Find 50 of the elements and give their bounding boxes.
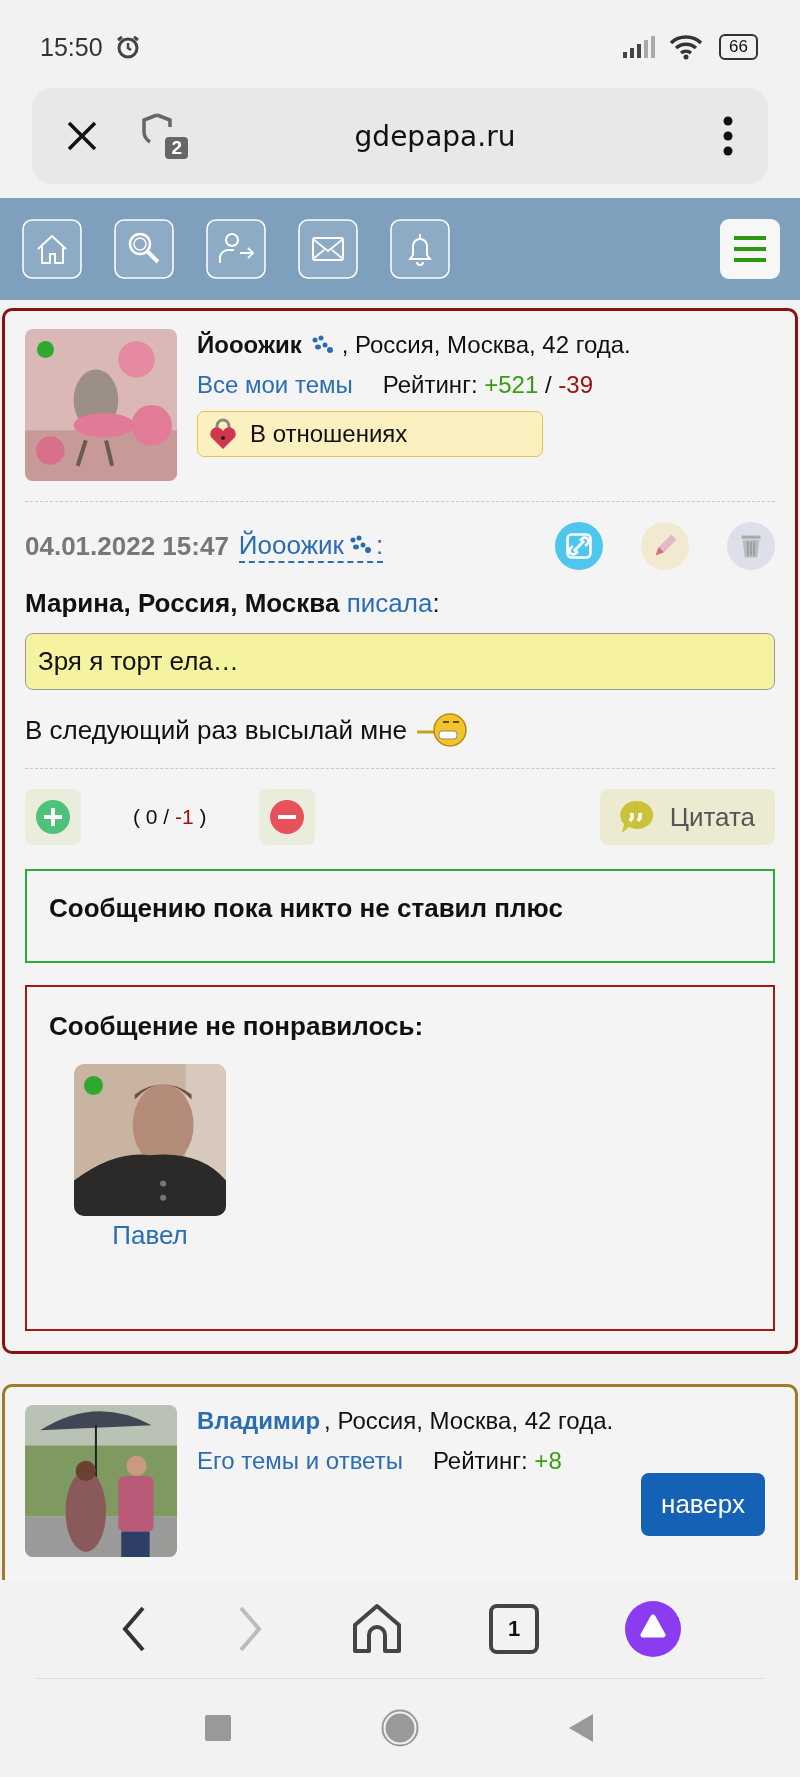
user-name-link[interactable]: Павел	[112, 1220, 188, 1251]
quote-bubble-icon	[617, 798, 656, 836]
badge-label: В отношениях	[250, 420, 408, 448]
smiley-icon	[415, 712, 469, 748]
back-triangle-icon[interactable]	[569, 1714, 595, 1742]
url-text[interactable]: gdepapa.ru	[190, 119, 680, 153]
pencil-icon[interactable]	[641, 522, 689, 570]
minus-icon	[269, 800, 304, 834]
menu-icon[interactable]	[720, 219, 780, 279]
wrote-link[interactable]: писала	[346, 588, 433, 618]
vote-count: ( 0 / -1 )	[133, 805, 207, 829]
quote-block: Зря я торт ела…	[25, 633, 775, 690]
signal-icon	[623, 36, 658, 58]
search-icon[interactable]	[114, 219, 174, 279]
clock-time: 15:50	[40, 32, 103, 62]
quote-button[interactable]: Цитата	[599, 789, 775, 845]
scroll-top-button[interactable]: наверх	[641, 1473, 765, 1536]
plus-icon	[36, 800, 70, 834]
topics-link[interactable]: Все мои темы	[197, 371, 353, 399]
close-icon[interactable]	[66, 120, 98, 152]
author-name: Йооожик	[197, 331, 302, 359]
plus-button[interactable]	[25, 789, 81, 845]
rating-text: Рейтинг: +521 / -39	[382, 371, 593, 399]
alarm-icon	[114, 34, 141, 60]
tabs-counter[interactable]: 1	[489, 1604, 539, 1654]
trash-icon[interactable]	[727, 522, 775, 570]
author-link[interactable]: Йооожик :	[238, 529, 384, 563]
battery-indicator: 66	[719, 34, 758, 60]
topics-link[interactable]: Его темы и ответы	[197, 1447, 403, 1475]
assistant-icon[interactable]	[625, 1601, 681, 1657]
author-location: , Россия, Москва, 42 года.	[341, 331, 631, 359]
wifi-icon	[669, 34, 704, 60]
author-location: , Россия, Москва, 42 года.	[324, 1407, 614, 1435]
message-text: В следующий раз высылай мне	[25, 714, 407, 746]
minus-button[interactable]	[258, 789, 315, 845]
heart-lock-icon	[208, 418, 238, 450]
dislike-title: Сообщение не понравилось:	[49, 1011, 425, 1042]
no-plus-text: Сообщению пока никто не ставил плюс	[49, 893, 563, 923]
home-icon[interactable]	[351, 1603, 403, 1655]
link-icon[interactable]	[555, 522, 603, 570]
more-icon[interactable]	[722, 116, 734, 156]
shield-badge[interactable]: 2	[140, 113, 188, 159]
post-date: 04.01.2022 15:47	[25, 530, 229, 562]
quote-attribution: Марина, Россия, Москва писала:	[25, 588, 441, 619]
bell-icon[interactable]	[390, 219, 450, 279]
login-icon[interactable]	[206, 219, 266, 279]
home-circle-icon[interactable]	[381, 1709, 419, 1747]
mail-icon[interactable]	[298, 219, 358, 279]
rating-text: Рейтинг: +8	[432, 1447, 562, 1475]
author-name-link[interactable]: Владимир	[197, 1407, 321, 1435]
